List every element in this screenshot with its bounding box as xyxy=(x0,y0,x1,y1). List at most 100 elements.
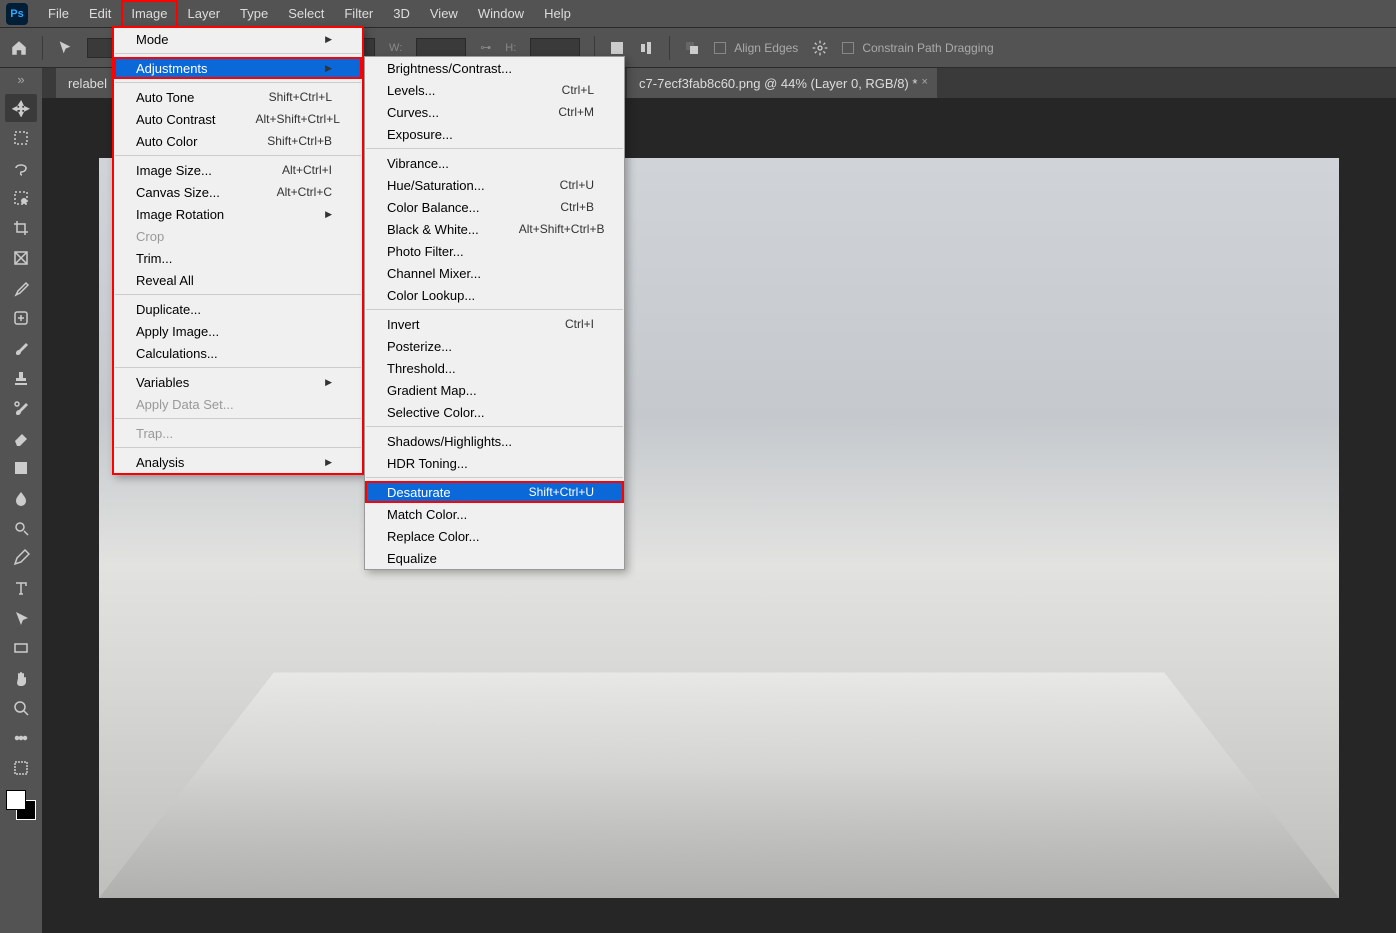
menu-item-selective-color-[interactable]: Selective Color... xyxy=(365,401,624,423)
menu-item-vibrance-[interactable]: Vibrance... xyxy=(365,152,624,174)
brush-tool[interactable] xyxy=(5,334,37,362)
menu-item-gradient-map-[interactable]: Gradient Map... xyxy=(365,379,624,401)
healing-tool[interactable] xyxy=(5,304,37,332)
menu-item-label: Equalize xyxy=(387,551,437,566)
pointer-icon[interactable] xyxy=(57,40,73,56)
menu-item-color-lookup-[interactable]: Color Lookup... xyxy=(365,284,624,306)
path-select-tool[interactable] xyxy=(5,604,37,632)
rectangle-tool[interactable] xyxy=(5,634,37,662)
dodge-tool[interactable] xyxy=(5,514,37,542)
zoom-tool[interactable] xyxy=(5,694,37,722)
link-wh-icon[interactable]: ⊶ xyxy=(480,41,491,54)
menu-separator xyxy=(115,447,361,448)
menu-item-label: Image Rotation xyxy=(136,207,224,222)
menu-item-photo-filter-[interactable]: Photo Filter... xyxy=(365,240,624,262)
menu-item-desaturate[interactable]: DesaturateShift+Ctrl+U xyxy=(365,481,624,503)
menu-shortcut: Shift+Ctrl+B xyxy=(267,134,332,148)
color-swatches[interactable] xyxy=(6,790,36,820)
menu-item-hdr-toning-[interactable]: HDR Toning... xyxy=(365,452,624,474)
gradient-tool[interactable] xyxy=(5,454,37,482)
menu-item-label: Auto Color xyxy=(136,134,197,149)
toolbox-collapse-icon[interactable]: » xyxy=(0,68,42,90)
menu-item-exposure-[interactable]: Exposure... xyxy=(365,123,624,145)
menu-type[interactable]: Type xyxy=(230,0,278,28)
menu-layer[interactable]: Layer xyxy=(178,0,231,28)
menu-item-image-size-[interactable]: Image Size...Alt+Ctrl+I xyxy=(114,159,362,181)
menu-item-levels-[interactable]: Levels...Ctrl+L xyxy=(365,79,624,101)
menu-item-adjustments[interactable]: Adjustments xyxy=(114,57,362,79)
menu-item-label: Brightness/Contrast... xyxy=(387,61,512,76)
menu-item-apply-image-[interactable]: Apply Image... xyxy=(114,320,362,342)
menu-view[interactable]: View xyxy=(420,0,468,28)
marquee-tool[interactable] xyxy=(5,124,37,152)
menu-item-auto-contrast[interactable]: Auto ContrastAlt+Shift+Ctrl+L xyxy=(114,108,362,130)
menu-3d[interactable]: 3D xyxy=(383,0,420,28)
menu-item-curves-[interactable]: Curves...Ctrl+M xyxy=(365,101,624,123)
menu-item-black-white-[interactable]: Black & White...Alt+Shift+Ctrl+B xyxy=(365,218,624,240)
menu-item-threshold-[interactable]: Threshold... xyxy=(365,357,624,379)
menu-item-reveal-all[interactable]: Reveal All xyxy=(114,269,362,291)
more-tool[interactable] xyxy=(5,724,37,752)
type-tool[interactable] xyxy=(5,574,37,602)
align-edges-check[interactable]: Align Edges xyxy=(714,41,798,55)
menu-item-hue-saturation-[interactable]: Hue/Saturation...Ctrl+U xyxy=(365,174,624,196)
menu-file[interactable]: File xyxy=(38,0,79,28)
menu-select[interactable]: Select xyxy=(278,0,334,28)
menu-item-analysis[interactable]: Analysis xyxy=(114,451,362,473)
lasso-tool[interactable] xyxy=(5,154,37,182)
quick-select-tool[interactable] xyxy=(5,184,37,212)
pen-tool[interactable] xyxy=(5,544,37,572)
menu-item-trim-[interactable]: Trim... xyxy=(114,247,362,269)
path-ops-icon[interactable] xyxy=(609,40,625,56)
close-icon[interactable]: × xyxy=(921,76,933,88)
hand-tool[interactable] xyxy=(5,664,37,692)
arrange-icon[interactable] xyxy=(684,40,700,56)
menu-edit[interactable]: Edit xyxy=(79,0,121,28)
gear-icon[interactable] xyxy=(812,40,828,56)
doctab-prefix: relabel xyxy=(68,76,107,91)
menu-window[interactable]: Window xyxy=(468,0,534,28)
menu-item-auto-tone[interactable]: Auto ToneShift+Ctrl+L xyxy=(114,86,362,108)
align-icon[interactable] xyxy=(639,40,655,56)
menu-item-canvas-size-[interactable]: Canvas Size...Alt+Ctrl+C xyxy=(114,181,362,203)
menu-item-image-rotation[interactable]: Image Rotation xyxy=(114,203,362,225)
menu-item-brightness-contrast-[interactable]: Brightness/Contrast... xyxy=(365,57,624,79)
menu-item-label: Variables xyxy=(136,375,189,390)
menu-item-label: Desaturate xyxy=(387,485,451,500)
menu-item-mode[interactable]: Mode xyxy=(114,28,362,50)
move-tool[interactable] xyxy=(5,94,37,122)
stamp-tool[interactable] xyxy=(5,364,37,392)
menu-separator xyxy=(115,294,361,295)
menu-item-auto-color[interactable]: Auto Color Shift+Ctrl+B xyxy=(114,130,362,152)
menu-separator xyxy=(115,418,361,419)
menu-item-replace-color-[interactable]: Replace Color... xyxy=(365,525,624,547)
history-brush-tool[interactable] xyxy=(5,394,37,422)
menu-image[interactable]: Image xyxy=(121,0,177,28)
menu-help[interactable]: Help xyxy=(534,0,581,28)
frame-tool[interactable] xyxy=(5,244,37,272)
menu-item-calculations-[interactable]: Calculations... xyxy=(114,342,362,364)
eraser-tool[interactable] xyxy=(5,424,37,452)
menu-item-variables[interactable]: Variables xyxy=(114,371,362,393)
menu-item-match-color-[interactable]: Match Color... xyxy=(365,503,624,525)
width-input[interactable] xyxy=(416,38,466,58)
menu-filter[interactable]: Filter xyxy=(334,0,383,28)
home-icon[interactable] xyxy=(10,39,28,57)
tools-panel xyxy=(0,90,42,824)
crop-tool[interactable] xyxy=(5,214,37,242)
menu-item-posterize-[interactable]: Posterize... xyxy=(365,335,624,357)
menu-item-label: Hue/Saturation... xyxy=(387,178,485,193)
menu-item-channel-mixer-[interactable]: Channel Mixer... xyxy=(365,262,624,284)
height-input[interactable] xyxy=(530,38,580,58)
document-tab[interactable]: c7-7ecf3fab8c60.png @ 44% (Layer 0, RGB/… xyxy=(627,68,937,98)
menu-item-duplicate-[interactable]: Duplicate... xyxy=(114,298,362,320)
eyedropper-tool[interactable] xyxy=(5,274,37,302)
constrain-check[interactable]: Constrain Path Dragging xyxy=(842,41,993,55)
menu-item-label: Black & White... xyxy=(387,222,479,237)
blur-tool[interactable] xyxy=(5,484,37,512)
edit-toolbar-tool[interactable] xyxy=(5,754,37,782)
menu-item-invert[interactable]: InvertCtrl+I xyxy=(365,313,624,335)
menu-item-shadows-highlights-[interactable]: Shadows/Highlights... xyxy=(365,430,624,452)
menu-item-equalize[interactable]: Equalize xyxy=(365,547,624,569)
menu-item-color-balance-[interactable]: Color Balance...Ctrl+B xyxy=(365,196,624,218)
